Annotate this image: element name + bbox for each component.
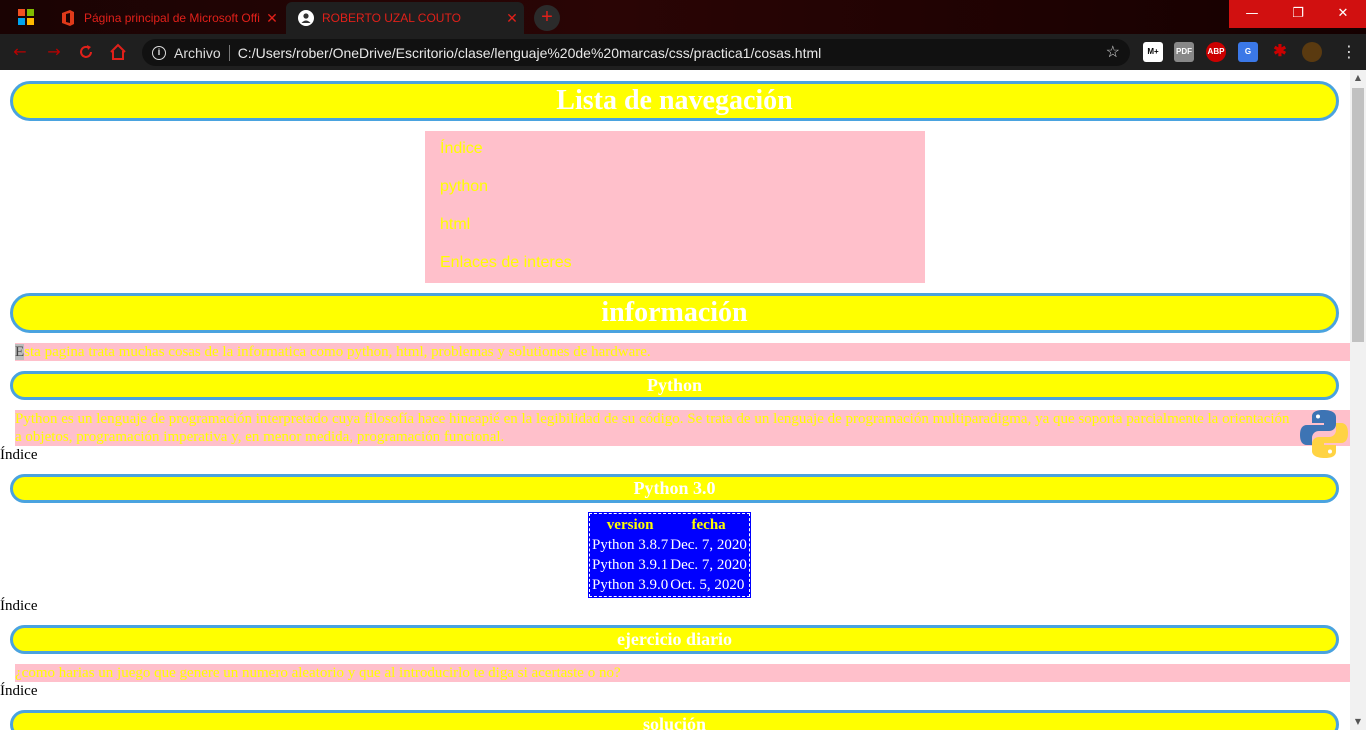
new-tab-button[interactable]: + [534,5,560,31]
close-window-icon[interactable]: ✕ [1320,0,1366,28]
version-cell: Python 3.9.0 [592,577,669,593]
heading-solucion: solución [10,710,1339,730]
url-text[interactable]: C:/Users/rober/OneDrive/Escritorio/clase… [238,45,822,61]
tab-title: ROBERTO UZAL COUTO [322,11,461,25]
date-cell: Dec. 7, 2020 [670,557,747,573]
heading-python3: Python 3.0 [10,474,1339,503]
nav-link-python[interactable]: python [440,178,910,216]
version-cell: Python 3.9.1 [592,557,669,573]
nav-link-indice[interactable]: Índice [440,140,910,178]
profile-avatar[interactable] [1302,42,1322,62]
windows-logo-icon[interactable] [18,9,34,25]
table-header-row: version fecha [592,516,747,534]
back-arrow-icon[interactable]: ← [8,40,32,64]
pdf-extension-icon[interactable]: PDF [1174,42,1194,62]
table-row: Python 3.8.7 Dec. 7, 2020 [592,536,747,554]
indice-link[interactable]: Índice [0,597,37,615]
info-paragraph: Esta pagina trata muchas cosas de la inf… [15,343,1350,361]
scroll-up-icon[interactable]: ▲ [1350,70,1366,86]
version-cell: Python 3.8.7 [592,537,669,553]
date-cell: Dec. 7, 2020 [670,537,747,553]
heading-info: información [10,293,1339,333]
info-text: sta pagina trata muchas cosas de la info… [24,344,651,360]
tab-close-icon[interactable]: ✕ [500,10,524,27]
column-header: fecha [691,517,726,533]
restore-icon[interactable]: ❐ [1275,0,1321,28]
tab-strip: Página principal de Microsoft Office ✕ R… [0,0,1366,34]
home-icon[interactable] [106,40,130,64]
nav-link-html[interactable]: html [440,216,910,254]
python-paragraph: Python es un lenguaje de programación in… [15,410,1350,446]
tab-close-icon[interactable]: ✕ [260,10,284,27]
ejercicio-paragraph: ¿como harias un juego que genere un nume… [15,664,1350,682]
column-header: version [606,517,654,533]
scrollbar-thumb[interactable] [1352,88,1364,342]
address-bar[interactable]: i Archivo C:/Users/rober/OneDrive/Escrit… [142,39,1130,66]
table-row: Python 3.9.1 Dec. 7, 2020 [592,556,747,574]
menu-icon[interactable]: ⋮ [1339,42,1359,62]
page-scrollbar[interactable]: ▲ ▼ [1350,70,1366,730]
info-icon[interactable]: i [152,45,166,60]
heading-python: Python [10,371,1339,400]
indice-link[interactable]: Índice [0,446,37,464]
indice-link[interactable]: Índice [0,682,37,700]
forward-arrow-icon[interactable]: → [42,40,66,64]
versions-table: version fecha Python 3.8.7 Dec. 7, 2020 … [588,512,751,598]
reload-icon[interactable] [74,40,98,64]
adblock-extension-icon[interactable]: ABP [1206,42,1226,62]
bookmark-star-icon[interactable]: ☆ [1106,42,1120,62]
puzzle-extension-icon[interactable]: ✱ [1270,42,1290,62]
tab-office[interactable]: Página principal de Microsoft Office ✕ [48,2,284,34]
heading-nav: Lista de navegación [10,81,1339,121]
browser-toolbar: ← → i Archivo C:/Users/rober/OneDrive/Es… [0,34,1366,70]
date-cell: Oct. 5, 2020 [670,577,745,593]
person-icon [298,10,314,26]
first-letter: E [15,344,25,360]
office-icon [60,10,76,26]
address-divider [228,44,230,61]
tab-active-page[interactable]: ROBERTO UZAL COUTO ✕ [286,2,524,34]
python-logo-icon [1298,408,1350,460]
scroll-down-icon[interactable]: ▼ [1350,714,1366,730]
heading-ejercicio: ejercicio diario [10,625,1339,654]
navigation-list: Índice python html Enlaces de interes [425,131,925,283]
tab-title: Página principal de Microsoft Office [84,11,260,25]
movistar-extension-icon[interactable]: M+ [1143,42,1163,62]
scheme-label: Archivo [174,44,221,61]
nav-link-enlaces[interactable]: Enlaces de interes [440,254,910,292]
minimize-icon[interactable]: — [1229,0,1275,28]
translate-extension-icon[interactable]: G [1238,42,1258,62]
page-viewport: Lista de navegación Índice python html E… [0,70,1350,730]
table-row: Python 3.9.0 Oct. 5, 2020 [592,576,747,594]
